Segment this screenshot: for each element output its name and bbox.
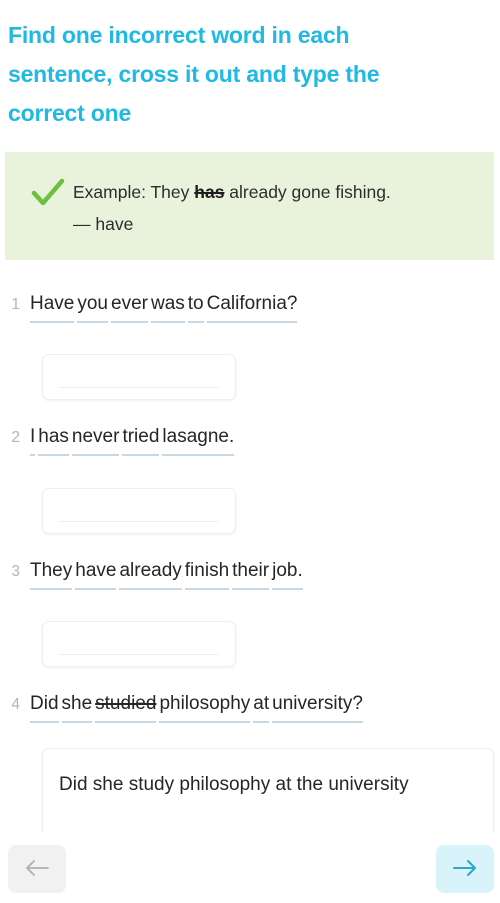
question-number: 2	[11, 429, 20, 446]
question-number: 3	[11, 563, 20, 580]
next-button[interactable]	[436, 845, 494, 893]
word-token[interactable]: has	[38, 422, 69, 456]
answer-input-3[interactable]	[42, 621, 236, 667]
word-token[interactable]: never	[71, 422, 120, 456]
question-sentence: 3 They have already finish their job.	[0, 556, 500, 590]
example-correction: — have	[73, 214, 134, 234]
word-token[interactable]: to	[187, 289, 204, 323]
question-4: 4 Did she studied philosophy at university?	[0, 689, 500, 723]
example-struck-word: has	[194, 182, 225, 202]
example-text: Example: They has already gone fishing. …	[73, 176, 391, 240]
word-token[interactable]: have	[75, 556, 117, 590]
word-token[interactable]: she	[61, 689, 93, 723]
bottom-nav	[0, 833, 500, 903]
example-prefix: Example: They	[73, 182, 195, 202]
arrow-left-icon	[24, 859, 50, 880]
answer-text: Did she study philosophy at the universi…	[59, 774, 409, 795]
check-icon	[31, 178, 65, 208]
arrow-right-icon	[452, 859, 478, 880]
word-token[interactable]: job.	[272, 556, 303, 590]
word-token[interactable]: was	[150, 289, 185, 323]
answer-input-1[interactable]	[42, 354, 236, 400]
word-token[interactable]: at	[253, 689, 270, 723]
sentence-words: Ihas never tried lasagne.	[30, 422, 237, 456]
word-token[interactable]: Did	[30, 689, 59, 723]
prev-button[interactable]	[8, 845, 66, 893]
exercise-screen: Find one incorrect word in each sentence…	[0, 0, 500, 903]
answer-input-2[interactable]	[42, 488, 236, 534]
question-sentence: 1 Have you ever was to California?	[0, 289, 500, 323]
question-3: 3 They have already finish their job.	[0, 556, 500, 590]
word-token[interactable]: California?	[206, 289, 298, 323]
word-token[interactable]: university?	[272, 689, 363, 723]
example-suffix: already gone fishing.	[224, 182, 391, 202]
word-token[interactable]: They	[30, 556, 73, 590]
sentence-words: They have already finish their job.	[30, 556, 306, 590]
word-token[interactable]: already	[119, 556, 182, 590]
word-token[interactable]: you	[77, 289, 108, 323]
question-1: 1 Have you ever was to California?	[0, 289, 500, 323]
word-token[interactable]: their	[232, 556, 270, 590]
word-token[interactable]: tried	[122, 422, 160, 456]
question-2: 2 Ihas never tried lasagne.	[0, 422, 500, 456]
page-title: Find one incorrect word in each sentence…	[8, 22, 380, 126]
question-sentence: 2 Ihas never tried lasagne.	[0, 422, 500, 456]
word-token[interactable]: ever	[111, 289, 148, 323]
word-token[interactable]: finish	[184, 556, 230, 590]
sentence-words: Have you ever was to California?	[30, 289, 300, 323]
word-token[interactable]: studied	[95, 689, 157, 723]
question-sentence: 4 Did she studied philosophy at university?	[0, 689, 500, 723]
word-token[interactable]: Have	[30, 289, 75, 323]
word-token[interactable]: philosophy	[159, 689, 251, 723]
question-number: 4	[11, 696, 20, 713]
word-token[interactable]: lasagne.	[162, 422, 235, 456]
word-token[interactable]: I	[30, 422, 36, 456]
example-banner: Example: They has already gone fishing. …	[5, 152, 494, 260]
question-number: 1	[11, 296, 20, 313]
sentence-words: Did she studied philosophy at university?	[30, 689, 366, 723]
